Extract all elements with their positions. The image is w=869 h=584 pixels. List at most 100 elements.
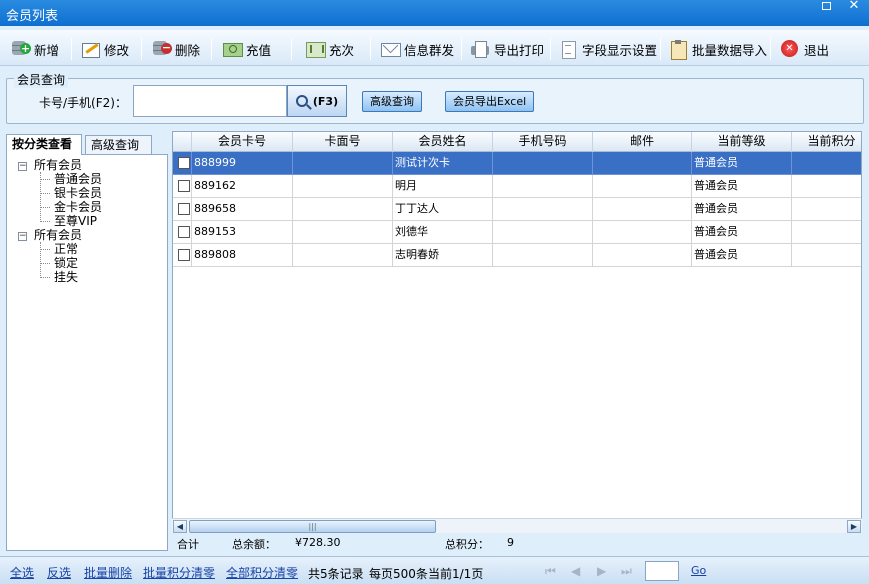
row-checkbox[interactable] [178, 157, 190, 169]
tree-node-all-members-status[interactable]: 所有会员 [34, 229, 82, 242]
column-header-level[interactable]: 当前等级 [692, 132, 792, 152]
delete-button[interactable]: 删除 [151, 36, 200, 62]
level-cell: 普通会员 [692, 198, 792, 221]
email-cell [593, 244, 692, 267]
points-label: 总积分： [445, 538, 489, 551]
column-header-name[interactable]: 会员姓名 [393, 132, 493, 152]
table-row[interactable]: 889153 刘德华 普通会员 [173, 221, 861, 244]
scroll-thumb[interactable]: ||| [189, 520, 436, 533]
tree-node-lost[interactable]: 挂失 [54, 271, 78, 284]
batch-delete-link[interactable]: 批量删除 [84, 564, 132, 581]
record-count: 共5条记录 [308, 567, 364, 581]
column-header-points[interactable]: 当前积分 [792, 132, 861, 152]
export-excel-button[interactable]: 会员导出Excel [445, 91, 535, 112]
close-button[interactable]: ✕ [841, 0, 867, 14]
tree-node-locked[interactable]: 锁定 [54, 257, 78, 270]
tab-advanced-query[interactable]: 高级查询 [85, 135, 152, 155]
message-button[interactable]: 信息群发 [380, 36, 454, 62]
restore-button[interactable] [813, 0, 839, 14]
tab-category-view[interactable]: 按分类查看 [6, 134, 82, 155]
email-cell [593, 198, 692, 221]
checkbox-cell [173, 152, 192, 175]
name-cell: 明月 [393, 175, 493, 198]
collapse-icon[interactable]: − [18, 162, 27, 171]
prev-page-icon[interactable]: ◀ [571, 564, 580, 578]
tree-node-vip[interactable]: 至尊VIP [54, 215, 97, 228]
points-value: 9 [507, 536, 514, 549]
field-settings-button[interactable]: 字段显示设置 [558, 36, 657, 62]
table-row[interactable]: 889808 志明春娇 普通会员 [173, 244, 861, 267]
column-header-face[interactable]: 卡面号 [293, 132, 393, 152]
email-cell [593, 175, 692, 198]
tree-node-gold[interactable]: 金卡会员 [54, 201, 102, 214]
search-button-label: (F3) [312, 94, 339, 108]
row-checkbox[interactable] [178, 180, 190, 192]
restore-icon [821, 2, 831, 10]
table-row[interactable]: 888999 测试计次卡 普通会员 [173, 152, 861, 175]
select-all-link[interactable]: 全选 [10, 564, 34, 581]
column-header-card[interactable]: 会员卡号 [192, 132, 293, 152]
invert-selection-link[interactable]: 反选 [47, 564, 71, 581]
close-icon: ✕ [848, 0, 860, 13]
level-cell: 普通会员 [692, 244, 792, 267]
card-cell: 888999 [192, 152, 293, 175]
bottom-bar: 全选 反选 批量删除 批量积分清零 全部积分清零 共5条记录 每页500条 当前… [0, 556, 869, 584]
batch-points-clear-link[interactable]: 批量积分清零 [143, 564, 215, 581]
search-button[interactable]: (F3) [287, 85, 347, 117]
card-cell: 889808 [192, 244, 293, 267]
name-cell: 测试计次卡 [393, 152, 493, 175]
scroll-left-icon[interactable]: ◀ [173, 520, 187, 533]
batch-import-button[interactable]: 批量数据导入 [668, 36, 767, 62]
edit-label: 修改 [104, 42, 130, 58]
charge-times-button[interactable]: 充次 [305, 36, 354, 62]
level-cell: 普通会员 [692, 175, 792, 198]
face-cell [293, 152, 393, 175]
horizontal-scrollbar[interactable]: ◀ ||| ▶ [172, 518, 862, 533]
summary-bar: 合计 总余额： ¥728.30 总积分： 9 [172, 534, 862, 552]
tree-node-normal[interactable]: 正常 [54, 243, 78, 256]
tree-line [40, 179, 50, 180]
collapse-icon[interactable]: − [18, 232, 27, 241]
last-page-icon[interactable]: ⏭ [621, 564, 632, 579]
tree-node-all-members[interactable]: 所有会员 [34, 159, 82, 172]
tree-node-silver[interactable]: 银卡会员 [54, 187, 102, 200]
next-page-icon[interactable]: ▶ [597, 564, 606, 578]
scroll-right-icon[interactable]: ▶ [847, 520, 861, 533]
column-header-email[interactable]: 邮件 [593, 132, 692, 152]
row-checkbox[interactable] [178, 226, 190, 238]
go-link[interactable]: Go [691, 564, 706, 577]
edit-button[interactable]: 修改 [80, 36, 129, 62]
row-checkbox[interactable] [178, 249, 190, 261]
recharge-button[interactable]: 充值 [222, 36, 271, 62]
face-cell [293, 175, 393, 198]
face-cell [293, 198, 393, 221]
window-title: 会员列表 [6, 9, 59, 24]
column-header-phone[interactable]: 手机号码 [493, 132, 593, 152]
first-page-icon[interactable]: ⏮ [545, 564, 556, 579]
export-print-button[interactable]: 导出打印 [470, 36, 544, 62]
toolbar-separator [461, 38, 462, 60]
exit-button[interactable]: 退出 [780, 36, 829, 62]
face-cell [293, 244, 393, 267]
toolbar-separator [370, 38, 371, 60]
table-row[interactable]: 889162 明月 普通会员 [173, 175, 861, 198]
tree-node-regular[interactable]: 普通会员 [54, 173, 102, 186]
tree-line [40, 242, 41, 278]
category-tree: − 所有会员 普通会员 银卡会员 金卡会员 至尊VIP − 所有会员 正常 锁定… [6, 154, 168, 551]
card-icon [305, 40, 326, 58]
add-button[interactable]: 新增 [10, 36, 59, 62]
phone-cell [493, 175, 593, 198]
page-number-input[interactable] [645, 561, 679, 581]
left-tabs: 按分类查看 高级查询 [6, 134, 168, 155]
field-settings-label: 字段显示设置 [582, 42, 658, 58]
tree-line [40, 221, 50, 222]
level-cell: 普通会员 [692, 221, 792, 244]
advanced-search-button[interactable]: 高级查询 [362, 91, 422, 112]
all-points-clear-link[interactable]: 全部积分清零 [226, 564, 298, 581]
points-cell [792, 244, 861, 267]
delete-label: 删除 [175, 42, 201, 58]
batch-import-label: 批量数据导入 [692, 42, 768, 58]
card-phone-input[interactable] [133, 85, 287, 117]
row-checkbox[interactable] [178, 203, 190, 215]
table-row[interactable]: 889658 丁丁达人 普通会员 [173, 198, 861, 221]
